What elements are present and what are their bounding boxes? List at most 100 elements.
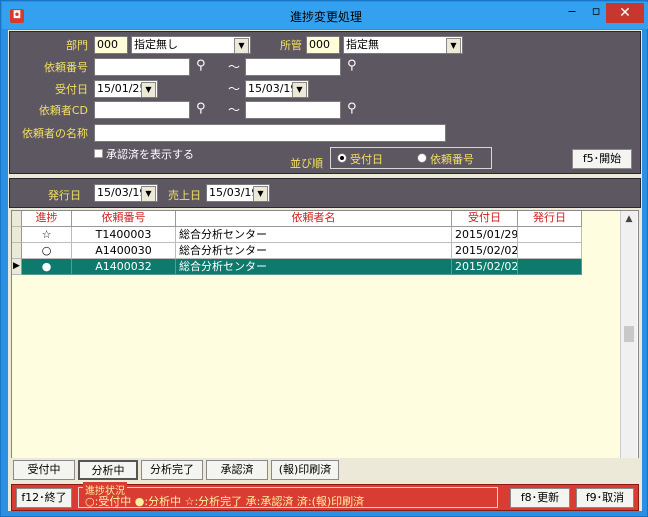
close-app-button[interactable]: f12･終了: [16, 488, 72, 508]
binoculars-icon[interactable]: ⚲: [196, 58, 206, 74]
requester-cell: 総合分析センター: [176, 227, 452, 243]
chevron-down-icon[interactable]: ▼: [234, 38, 249, 53]
table-row[interactable]: ☆ T1400003 総合分析センター 2015/01/29: [12, 227, 582, 243]
received-cell: 2015/01/29: [452, 227, 518, 243]
scroll-up-icon[interactable]: ▲: [621, 211, 637, 227]
issue-date-bar: 発行日 15/03/19 ▼ 売上日 15/03/19 ▼: [9, 178, 641, 208]
dept-select[interactable]: 指定無し ▼: [131, 36, 251, 54]
sales-date-value: 15/03/19: [209, 186, 259, 199]
request-no-label: 依頼番号: [44, 61, 88, 74]
sort-option-request-no-label: 依頼番号: [430, 153, 474, 166]
range-tilde: ～: [228, 103, 241, 117]
footer-bar: f12･終了 進捗状況 ○:受付中 ●:分析中 ☆:分析完了 承:承認済 済:(…: [11, 482, 639, 511]
chevron-down-icon[interactable]: ▼: [446, 38, 461, 53]
requester-cell: 総合分析センター: [176, 259, 452, 275]
status-approved-button[interactable]: 承認済: [206, 460, 268, 480]
sales-label: 売上日: [168, 189, 201, 202]
scroll-thumb[interactable]: [624, 326, 634, 342]
chevron-down-icon[interactable]: ▼: [253, 186, 268, 201]
dept-select-value: 指定無し: [134, 38, 178, 51]
sort-radio-received[interactable]: [337, 153, 347, 163]
office-select-value: 指定無: [346, 38, 379, 51]
status-printed-button[interactable]: (報)印刷済: [271, 460, 339, 480]
received-cell: 2015/02/02: [452, 243, 518, 259]
dept-label: 部門: [66, 39, 88, 52]
range-tilde: ～: [228, 82, 241, 96]
office-select[interactable]: 指定無 ▼: [343, 36, 463, 54]
status-button-bar: 受付中 分析中 分析完了 承認済 (報)印刷済: [11, 458, 639, 482]
row-selector[interactable]: [12, 227, 22, 243]
issued-cell: [518, 259, 582, 275]
requester-cd-to-input[interactable]: [245, 101, 341, 119]
current-row-arrow-icon[interactable]: ▶: [12, 259, 22, 275]
status-legend-text: ○:受付中 ●:分析中 ☆:分析完了 承:承認済 済:(報)印刷済: [85, 495, 365, 508]
binoculars-icon[interactable]: ⚲: [347, 101, 357, 117]
client-area: 部門 000 指定無し ▼ 所管 000 指定無 ▼ 依頼番号 ⚲ ～ ⚲ 受付…: [8, 30, 642, 511]
row-header-corner: [12, 211, 22, 227]
received-to-picker[interactable]: 15/03/19 ▼: [245, 80, 309, 98]
requester-cell: 総合分析センター: [176, 243, 452, 259]
minimize-button[interactable]: ‒: [562, 4, 582, 22]
column-header-received[interactable]: 受付日: [452, 211, 518, 227]
table-row[interactable]: ○ A1400030 総合分析センター 2015/02/02: [12, 243, 582, 259]
chevron-down-icon[interactable]: ▼: [141, 186, 156, 201]
chevron-down-icon[interactable]: ▼: [292, 82, 307, 97]
issued-label: 発行日: [48, 189, 81, 202]
issued-date-picker[interactable]: 15/03/19 ▼: [94, 184, 158, 202]
column-header-requester[interactable]: 依頼者名: [176, 211, 452, 227]
office-code-input[interactable]: 000: [306, 36, 340, 54]
requester-name-input[interactable]: [94, 124, 446, 142]
start-button[interactable]: f5･開始: [572, 149, 632, 169]
title-bar[interactable]: ◘ 進捗変更処理 ‒ ▫ ✕: [2, 2, 648, 29]
app-window: ◘ 進捗変更処理 ‒ ▫ ✕ 部門 000 指定無し ▼ 所管 000 指定無 …: [0, 0, 648, 517]
close-button[interactable]: ✕: [606, 3, 644, 23]
status-received-button[interactable]: 受付中: [13, 460, 75, 480]
sales-date-picker[interactable]: 15/03/19 ▼: [206, 184, 270, 202]
show-approved-label: 承認済を表示する: [106, 148, 194, 161]
request-no-cell: T1400003: [72, 227, 176, 243]
binoculars-icon[interactable]: ⚲: [347, 58, 357, 74]
request-no-from-input[interactable]: [94, 58, 190, 76]
vertical-scrollbar[interactable]: ▲ ▼: [620, 211, 637, 479]
dept-code-input[interactable]: 000: [94, 36, 128, 54]
column-header-request-no[interactable]: 依頼番号: [72, 211, 176, 227]
requester-cd-label: 依頼者CD: [38, 104, 88, 117]
status-cell: ○: [22, 243, 72, 259]
sort-radio-request-no[interactable]: [417, 153, 427, 163]
sort-label: 並び順: [290, 157, 323, 170]
status-analysis-complete-button[interactable]: 分析完了: [141, 460, 203, 480]
status-analyzing-button[interactable]: 分析中: [78, 460, 138, 480]
status-legend: 進捗状況 ○:受付中 ●:分析中 ☆:分析完了 承:承認済 済:(報)印刷済: [78, 482, 498, 508]
issued-cell: [518, 227, 582, 243]
office-label: 所管: [280, 39, 302, 52]
binoculars-icon[interactable]: ⚲: [196, 101, 206, 117]
chevron-down-icon[interactable]: ▼: [141, 82, 156, 97]
maximize-button[interactable]: ▫: [587, 4, 605, 22]
filter-panel: 部門 000 指定無し ▼ 所管 000 指定無 ▼ 依頼番号 ⚲ ～ ⚲ 受付…: [9, 31, 641, 174]
received-label: 受付日: [55, 83, 88, 96]
status-cell: ●: [22, 259, 72, 275]
cancel-button[interactable]: f9･取消: [576, 488, 634, 508]
issued-date-value: 15/03/19: [97, 186, 147, 199]
received-from-value: 15/01/25: [97, 82, 147, 95]
received-cell: 2015/02/02: [452, 259, 518, 275]
range-tilde: ～: [228, 60, 241, 74]
column-header-status[interactable]: 進捗: [22, 211, 72, 227]
window-title: 進捗変更処理: [289, 10, 362, 24]
show-approved-checkbox[interactable]: [94, 149, 103, 158]
received-to-value: 15/03/19: [248, 82, 298, 95]
table-row-selected[interactable]: ▶ ● A1400032 総合分析センター 2015/02/02: [12, 259, 582, 275]
sort-option-received-label: 受付日: [350, 153, 383, 166]
column-header-issued[interactable]: 発行日: [518, 211, 582, 227]
request-no-cell: A1400030: [72, 243, 176, 259]
request-no-cell: A1400032: [72, 259, 176, 275]
requester-name-label: 依頼者の名称: [22, 127, 88, 140]
sort-option-group: 受付日 依頼番号: [330, 147, 492, 169]
update-button[interactable]: f8･更新: [510, 488, 570, 508]
row-selector[interactable]: [12, 243, 22, 259]
received-from-picker[interactable]: 15/01/25 ▼: [94, 80, 158, 98]
radio-dot-icon: [340, 156, 344, 160]
issued-cell: [518, 243, 582, 259]
request-no-to-input[interactable]: [245, 58, 341, 76]
requester-cd-from-input[interactable]: [94, 101, 190, 119]
